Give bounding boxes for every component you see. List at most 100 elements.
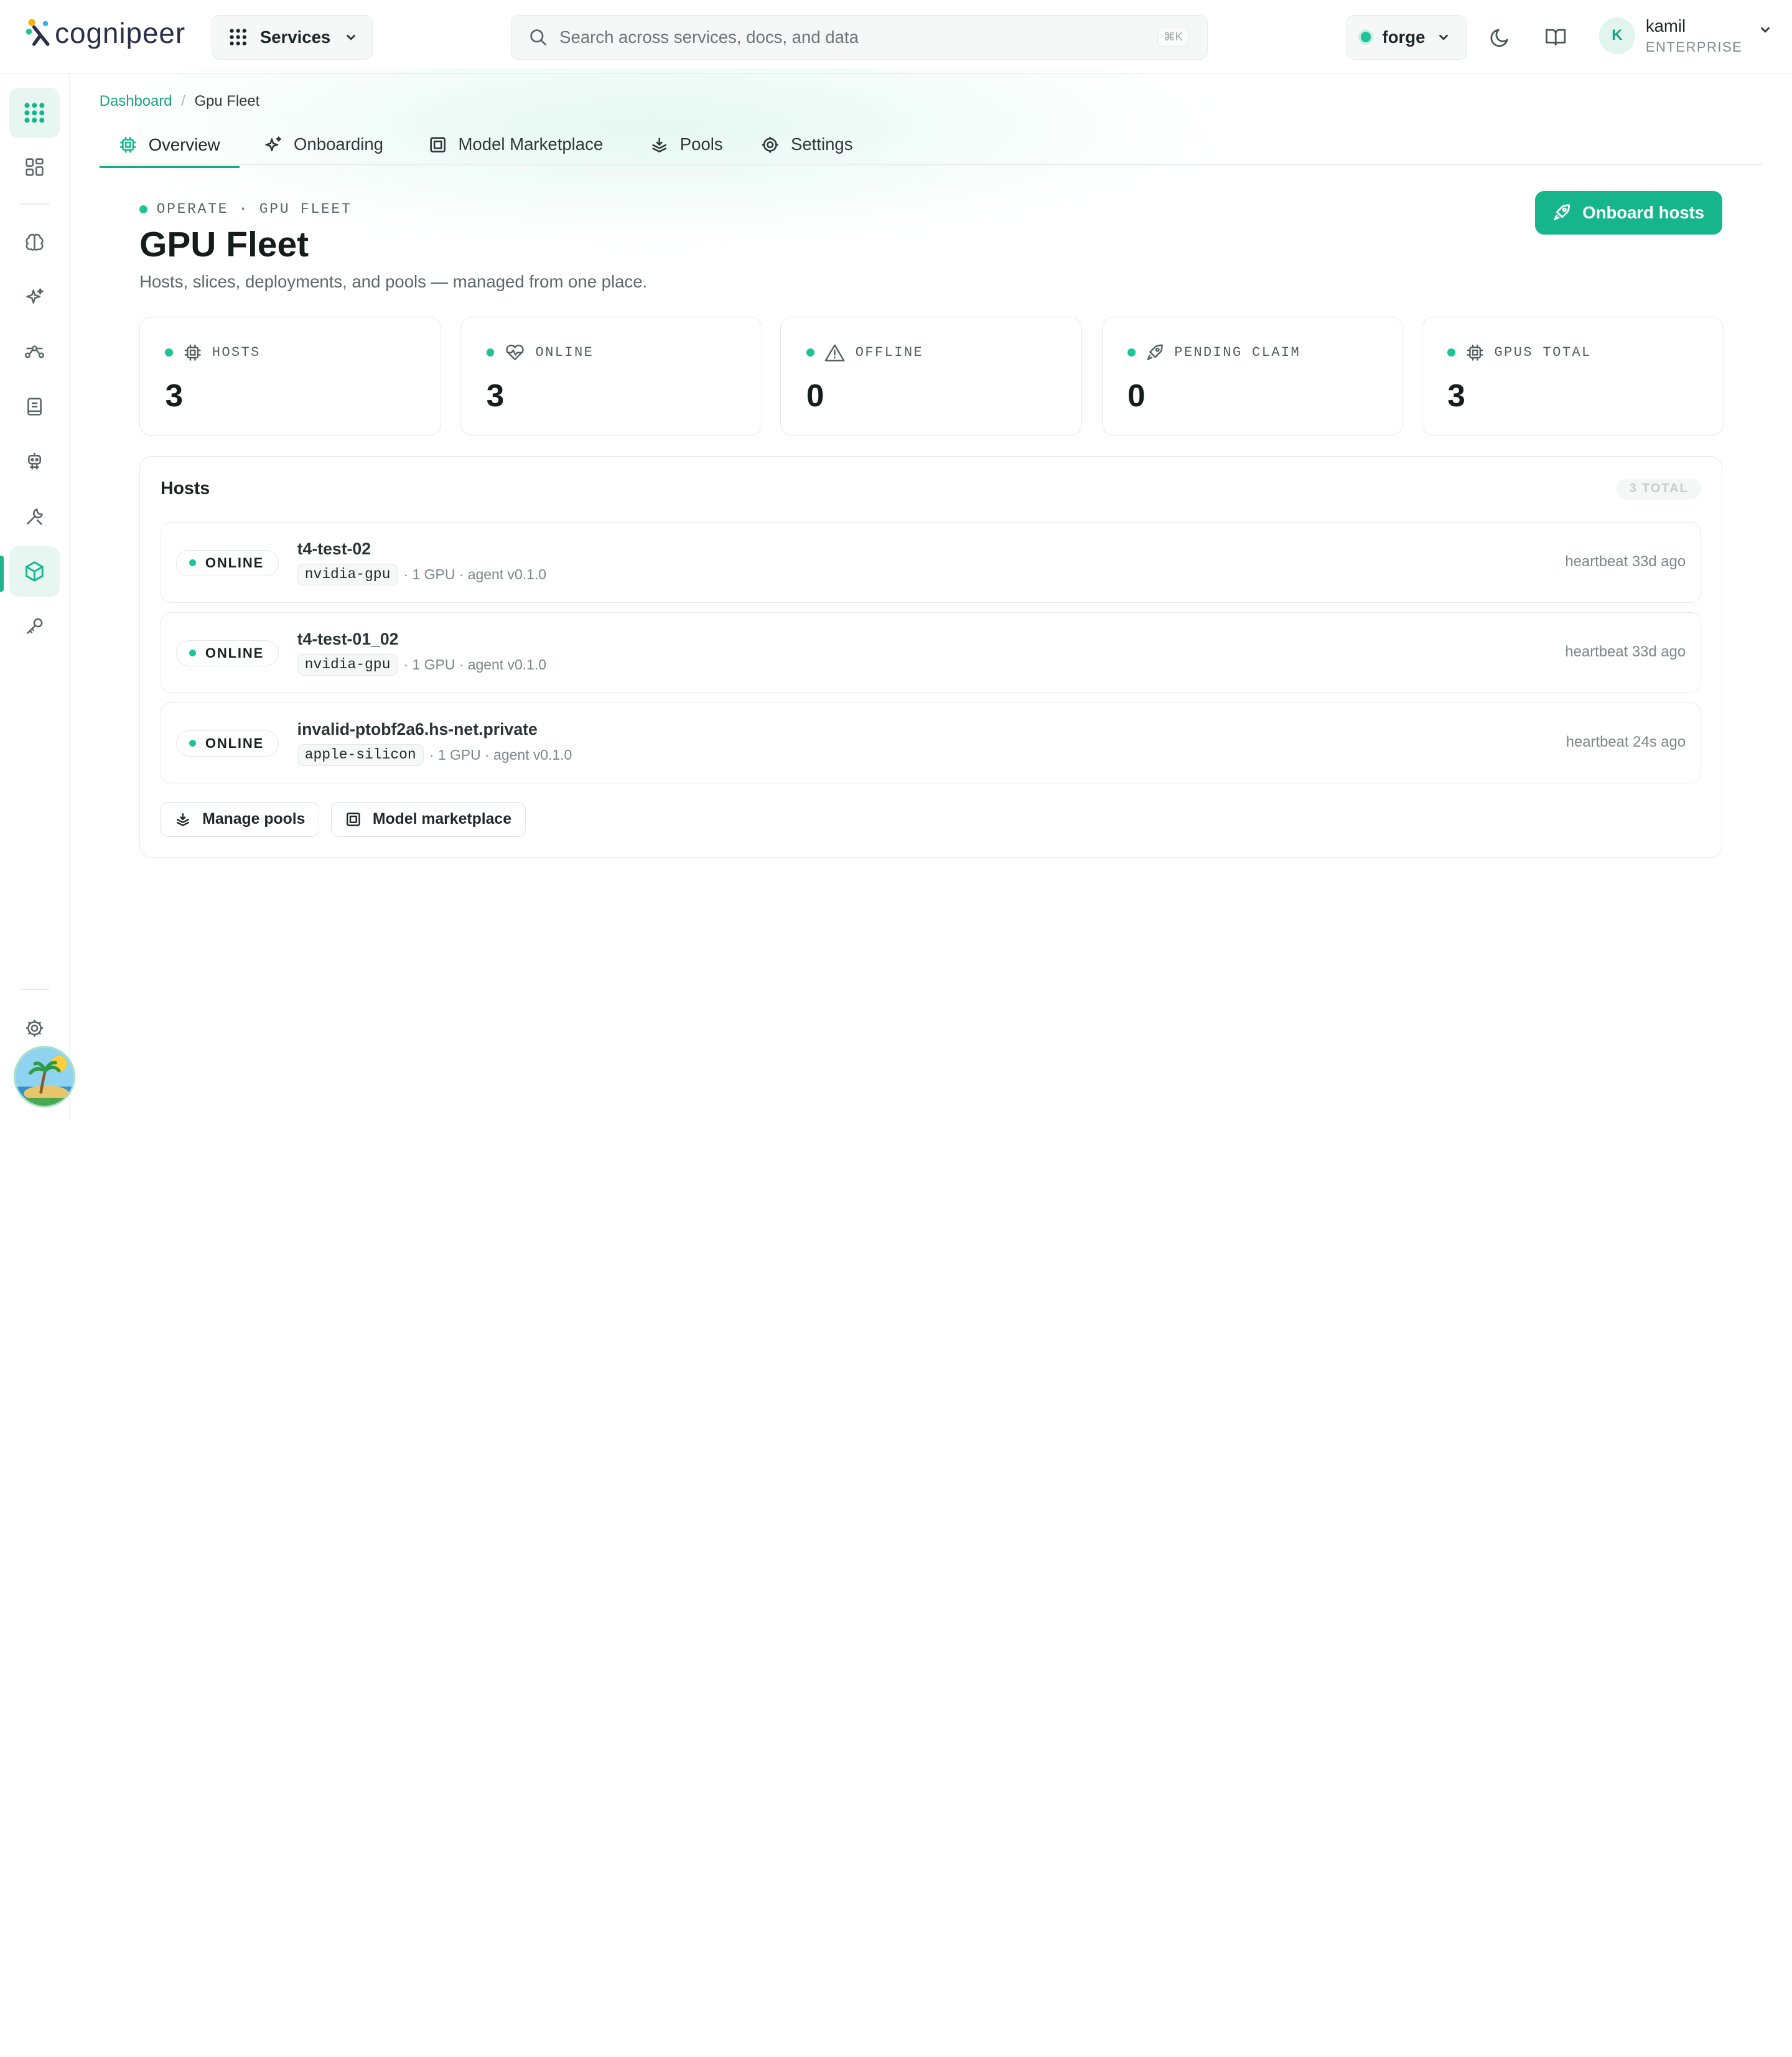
manage-pools-button[interactable]: Manage pools: [161, 801, 320, 837]
sidebar-item-flows[interactable]: [9, 327, 60, 377]
sidebar-item-keys[interactable]: [9, 601, 60, 651]
host-name: t4-test-01_02: [297, 630, 399, 649]
heart-pulse-icon: [506, 344, 524, 360]
chip-icon: [184, 344, 201, 361]
tab-label: Onboarding: [294, 134, 383, 154]
rocket-icon: [1554, 204, 1570, 221]
stat-value: 3: [486, 377, 505, 414]
stat-header: OFFLINE: [806, 343, 923, 361]
user-name: kamil: [1645, 16, 1686, 35]
global-search[interactable]: ⌘K: [511, 14, 1208, 60]
tab-label: Overview: [148, 134, 220, 154]
status-badge: ONLINE: [175, 640, 279, 666]
apps-grid-icon: [24, 103, 45, 123]
stat-value: 3: [165, 377, 184, 414]
tools-icon: [26, 508, 43, 525]
top-bar: cognipeer Services ⌘K forge K: [0, 0, 1792, 75]
sidebar-item-agents[interactable]: [9, 437, 60, 487]
tab-settings[interactable]: Settings: [761, 123, 853, 166]
chip-icon: [1467, 344, 1483, 361]
stat-dot: [165, 348, 174, 357]
stat-value: 0: [1127, 377, 1146, 414]
workspace-selector[interactable]: forge: [1346, 14, 1468, 60]
tab-onboarding[interactable]: Onboarding: [264, 123, 383, 166]
status-text: ONLINE: [205, 554, 264, 571]
host-row[interactable]: ONLINE t4-test-01_02 nvidia-gpu · 1 GPU ·…: [161, 612, 1701, 693]
gear-icon: [762, 136, 778, 153]
stat-label: HOSTS: [212, 345, 261, 361]
book-open-icon[interactable]: [1543, 24, 1568, 49]
sidebar-item-brain[interactable]: [9, 217, 60, 268]
breadcrumb-dashboard-link[interactable]: Dashboard: [100, 93, 172, 110]
tab-model-marketplace[interactable]: Model Marketplace: [429, 123, 603, 166]
stat-card-gpus-total: GPUS TOTAL 3: [1421, 316, 1724, 436]
stat-dot: [806, 348, 814, 357]
island-avatar-icon: [16, 1047, 74, 1106]
tab-overview[interactable]: Overview: [99, 123, 240, 168]
host-heartbeat: heartbeat 33d ago: [1565, 643, 1686, 661]
sidebar-separator: [21, 203, 49, 205]
brain-icon: [26, 233, 44, 251]
eyebrow-dot: [139, 205, 147, 213]
host-type-chip: nvidia-gpu: [297, 563, 398, 585]
sidebar: [0, 74, 76, 1120]
sidebar-item-dashboard[interactable]: [9, 142, 60, 192]
host-meta: apple-silicon · 1 GPU · agent v0.1.0: [297, 744, 572, 767]
status-dot: [189, 650, 197, 657]
tab-label: Settings: [790, 134, 853, 154]
sparkles-icon: [265, 136, 282, 151]
manage-pools-label: Manage pools: [202, 810, 306, 828]
sidebar-item-gpu-fleet[interactable]: [9, 546, 60, 597]
host-row[interactable]: ONLINE t4-test-02 nvidia-gpu · 1 GPU · ag…: [161, 521, 1701, 603]
stat-card-offline: OFFLINE 0: [780, 316, 1083, 436]
robot-icon: [27, 453, 41, 470]
tab-pools[interactable]: Pools: [650, 123, 723, 166]
host-type-chip: apple-silicon: [297, 744, 424, 767]
workspace-status-dot: [1360, 32, 1371, 42]
logo[interactable]: cognipeer: [25, 16, 185, 50]
grid-dots-icon: [230, 29, 247, 45]
status-dot: [189, 740, 197, 747]
hosts-card: Hosts 3 TOTAL ONLINE t4-test-02 nvidia-g…: [139, 455, 1722, 859]
user-menu[interactable]: K kamil ENTERPRISE: [1598, 16, 1773, 56]
warning-icon: [824, 344, 845, 361]
workspace-name: forge: [1382, 27, 1426, 47]
layers-icon: [176, 813, 190, 826]
search-input[interactable]: [559, 27, 1131, 47]
stat-label: OFFLINE: [855, 345, 924, 361]
profile-avatar[interactable]: [14, 1045, 76, 1108]
stat-dot: [1447, 348, 1456, 357]
sidebar-item-settings[interactable]: [9, 1004, 60, 1054]
sidebar-active-indicator: [0, 555, 4, 592]
stat-value: 3: [1447, 377, 1465, 414]
moon-icon[interactable]: [1488, 24, 1513, 49]
status-dot: [189, 559, 197, 567]
chevron-down-icon: [1761, 27, 1770, 33]
chevron-down-icon: [1439, 34, 1448, 40]
status-text: ONLINE: [205, 645, 264, 661]
stat-label: PENDING CLAIM: [1174, 345, 1301, 361]
search-shortcut-badge: ⌘K: [1157, 27, 1189, 47]
dashboard-icon: [25, 157, 44, 176]
stat-card-hosts: HOSTS 3: [139, 316, 441, 436]
page-title: GPU Fleet: [139, 224, 309, 264]
book-icon: [27, 398, 42, 416]
stat-card-pending-claim: PENDING CLAIM 0: [1101, 316, 1404, 436]
sidebar-item-ai[interactable]: [9, 272, 60, 322]
services-button[interactable]: Services: [211, 14, 373, 60]
model-marketplace-label: Model marketplace: [372, 810, 511, 828]
stat-header: ONLINE: [486, 343, 594, 361]
status-badge: ONLINE: [175, 730, 279, 757]
sidebar-item-docs[interactable]: [9, 381, 60, 432]
sidebar-item-apps[interactable]: [9, 88, 60, 139]
sidebar-item-tools[interactable]: [9, 492, 60, 542]
host-heartbeat: heartbeat 33d ago: [1565, 553, 1686, 571]
sparkles-icon: [26, 288, 44, 304]
host-name: invalid-ptobf2a6.hs-net.private: [297, 720, 538, 739]
onboard-hosts-button[interactable]: Onboard hosts: [1534, 190, 1722, 235]
model-marketplace-button[interactable]: Model marketplace: [330, 801, 526, 837]
host-details: · 1 GPU · agent v0.1.0: [403, 656, 547, 673]
rocket-icon: [1147, 344, 1164, 360]
host-row[interactable]: ONLINE invalid-ptobf2a6.hs-net.private a…: [161, 702, 1701, 784]
host-meta: nvidia-gpu · 1 GPU · agent v0.1.0: [297, 653, 547, 676]
